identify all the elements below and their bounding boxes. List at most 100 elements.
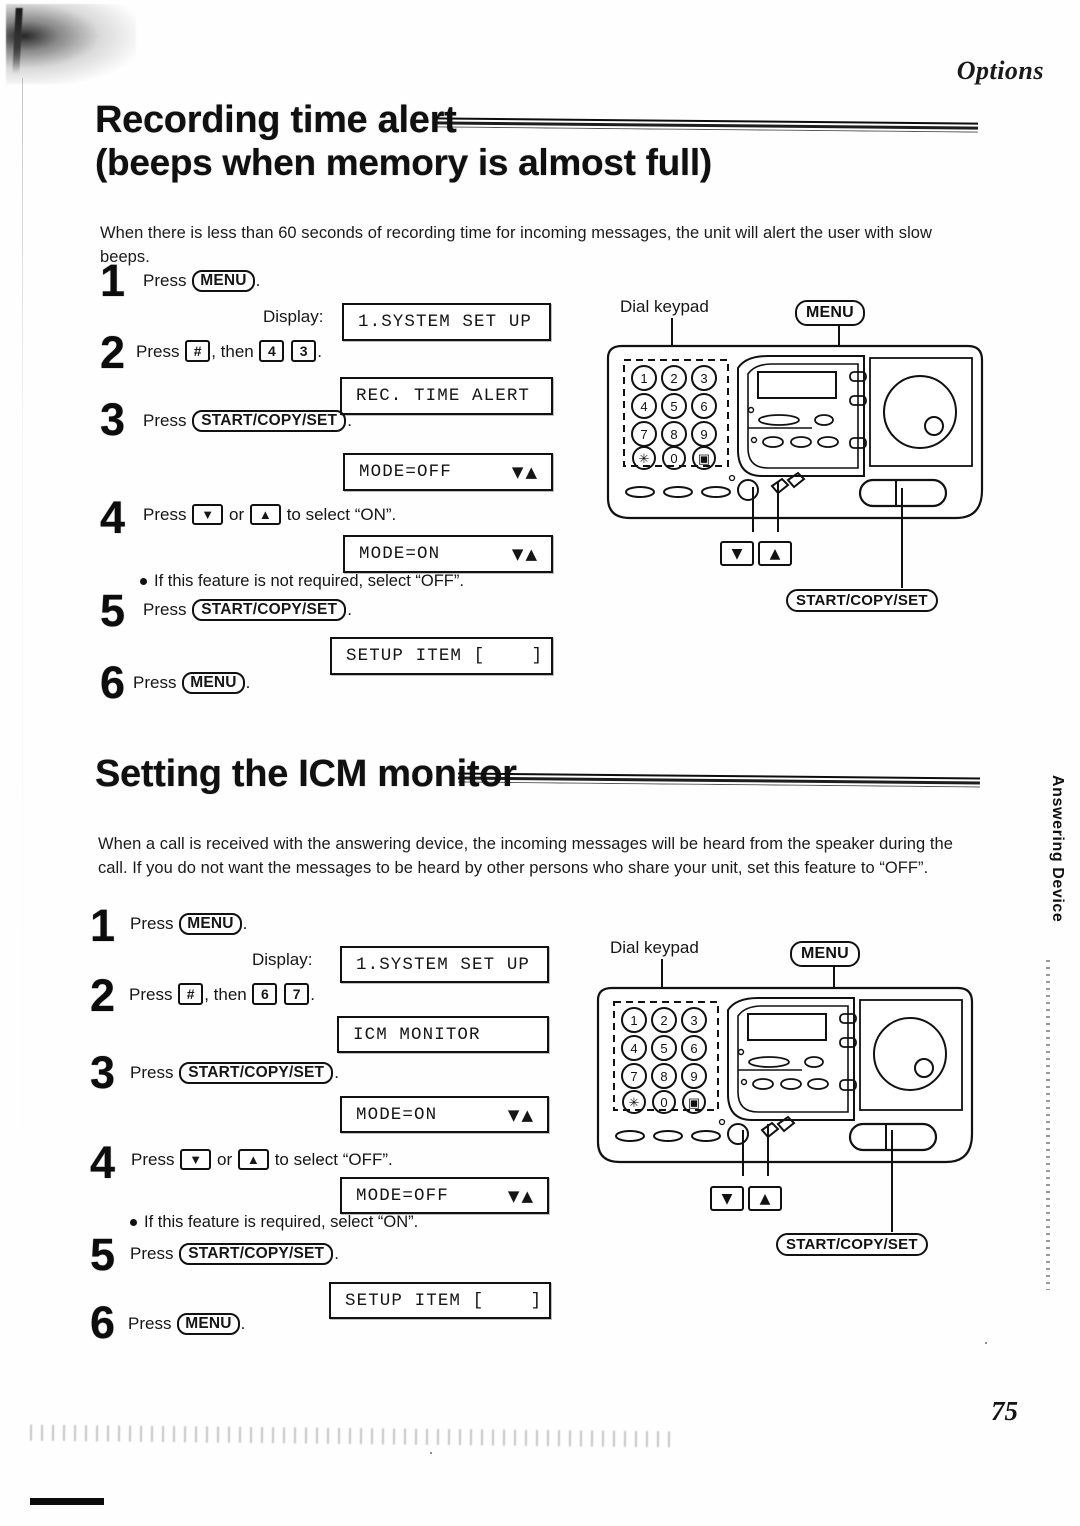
up-arrow-key[interactable]: ▲ (237, 1149, 269, 1170)
up-arrow-callout: ▲ (748, 1186, 782, 1211)
svg-text:▣: ▣ (688, 1095, 700, 1110)
lcd-text: MODE=OFF (356, 1185, 449, 1206)
lcd-arrows: ▼▲ (511, 463, 539, 481)
step-instruction-3: Press START/COPY/SET. (143, 410, 352, 432)
step-verb: Press (143, 271, 187, 290)
hash-key[interactable]: # (178, 983, 204, 1005)
lcd-display: MODE=ON ▼▲ (343, 535, 553, 573)
bullet-icon (130, 1219, 137, 1226)
menu-key[interactable]: MENU (179, 913, 242, 935)
step-verb: Press (130, 1244, 174, 1263)
step-number: 3 (90, 1047, 116, 1098)
step-number: 5 (90, 1229, 116, 1280)
step-instruction-4: Press ▼ or ▲ to select “ON”. (143, 504, 396, 525)
step-instruction-3: Press START/COPY/SET. (130, 1062, 339, 1084)
digit-key-7[interactable]: 7 (284, 983, 310, 1005)
step-number: 2 (90, 970, 116, 1021)
step-verb: Press (143, 411, 187, 430)
svg-text:✳: ✳ (639, 451, 650, 466)
bullet-icon (140, 578, 147, 585)
hash-key[interactable]: # (185, 340, 211, 362)
display-label: Display: (263, 307, 324, 326)
step-period: . (242, 914, 248, 933)
step-verb: Press (143, 600, 187, 619)
svg-text:2: 2 (660, 1013, 667, 1028)
start-copy-set-key[interactable]: START/COPY/SET (179, 1243, 334, 1265)
svg-text:✳: ✳ (629, 1095, 640, 1110)
svg-text:9: 9 (700, 427, 707, 442)
down-arrow-callout: ▼ (710, 1186, 744, 1211)
step-verb: Press (129, 985, 173, 1004)
step-period: . (347, 600, 352, 619)
svg-text:5: 5 (660, 1041, 667, 1056)
note-text: If this feature is required, select “ON”… (144, 1213, 419, 1231)
running-head: Options (956, 56, 1044, 85)
page-edge-line (22, 78, 23, 1278)
step-note: If this feature is required, select “ON”… (130, 1213, 418, 1232)
scan-smudge-artifact (6, 4, 136, 84)
lcd-text: SETUP ITEM [ ] (346, 646, 544, 666)
digit-key-6[interactable]: 6 (252, 983, 278, 1005)
step-instruction-5: Press START/COPY/SET. (143, 599, 352, 621)
start-copy-set-key[interactable]: START/COPY/SET (192, 410, 347, 432)
svg-text:2: 2 (670, 371, 677, 386)
step-number: 6 (90, 1297, 116, 1348)
display-label: Display: (252, 950, 313, 969)
start-copy-set-key[interactable]: START/COPY/SET (192, 599, 347, 621)
svg-text:6: 6 (700, 399, 707, 414)
digit-key-4[interactable]: 4 (259, 340, 285, 362)
step-instruction-2: Press #, then 4 3. (136, 340, 322, 362)
svg-text:4: 4 (640, 399, 647, 414)
lcd-display: SETUP ITEM [ ] (329, 1282, 551, 1319)
menu-key[interactable]: MENU (192, 270, 255, 292)
step-period: . (334, 1063, 339, 1082)
step-period: . (255, 271, 261, 290)
note-text: If this feature is not required, select … (154, 572, 464, 590)
step-instruction-5: Press START/COPY/SET. (130, 1243, 339, 1265)
svg-text:1: 1 (630, 1013, 637, 1028)
step-instruction-2: Press #, then 6 7. (129, 983, 315, 1005)
dial-keypad-label: Dial keypad (620, 297, 709, 316)
step-instruction-6: Press MENU. (128, 1313, 245, 1335)
step-period: . (240, 1314, 246, 1333)
svg-text:0: 0 (660, 1095, 667, 1110)
scan-noise-bottom (29, 1424, 671, 1448)
step-number: 1 (100, 255, 126, 306)
lcd-display: 1.SYSTEM SET UP (342, 303, 551, 341)
digit-key-3[interactable]: 3 (291, 340, 317, 362)
menu-key[interactable]: MENU (182, 672, 245, 694)
lcd-text: MODE=ON (356, 1104, 438, 1125)
step-target: to select “ON”. (286, 505, 397, 524)
down-arrow-key[interactable]: ▼ (192, 504, 224, 525)
down-arrow-key[interactable]: ▼ (180, 1149, 212, 1170)
side-tab-label: Answering Device (1049, 775, 1066, 923)
section-rule (457, 770, 981, 788)
step-instruction-4: Press ▼ or ▲ to select “OFF”. (131, 1149, 393, 1170)
step-verb: Press (130, 914, 174, 933)
step-target: to select “OFF”. (274, 1150, 393, 1169)
step-number: 4 (90, 1137, 116, 1188)
step-verb: Press (136, 342, 180, 361)
step-verb: Press (130, 1063, 174, 1082)
machine-body-svg: 1 2 3 4 5 6 7 8 9 ✳ 0 ▣ (606, 344, 984, 520)
page-number: 75 (991, 1396, 1018, 1426)
svg-text:5: 5 (670, 399, 677, 414)
up-arrow-key[interactable]: ▲ (249, 504, 281, 525)
svg-text:4: 4 (630, 1041, 637, 1056)
menu-key[interactable]: MENU (177, 1313, 240, 1335)
step-period: . (245, 673, 251, 692)
step-connector: , then (204, 985, 247, 1004)
lcd-arrows: ▼▲ (511, 545, 539, 563)
svg-text:1: 1 (640, 371, 647, 386)
start-copy-set-key[interactable]: START/COPY/SET (179, 1062, 334, 1084)
lcd-text: SETUP ITEM [ ] (345, 1290, 543, 1311)
lcd-text: ICM MONITOR (353, 1024, 481, 1045)
step-period: . (334, 1244, 339, 1263)
lcd-arrows: ▼▲ (507, 1186, 535, 1205)
lcd-display: MODE=OFF ▼▲ (343, 453, 553, 491)
lcd-text: 1.SYSTEM SET UP (356, 954, 531, 975)
lcd-display: REC. TIME ALERT (340, 377, 553, 415)
step-number: 1 (90, 900, 116, 951)
lcd-text: MODE=OFF (359, 462, 452, 482)
lcd-display: MODE=OFF ▼▲ (340, 1177, 549, 1214)
